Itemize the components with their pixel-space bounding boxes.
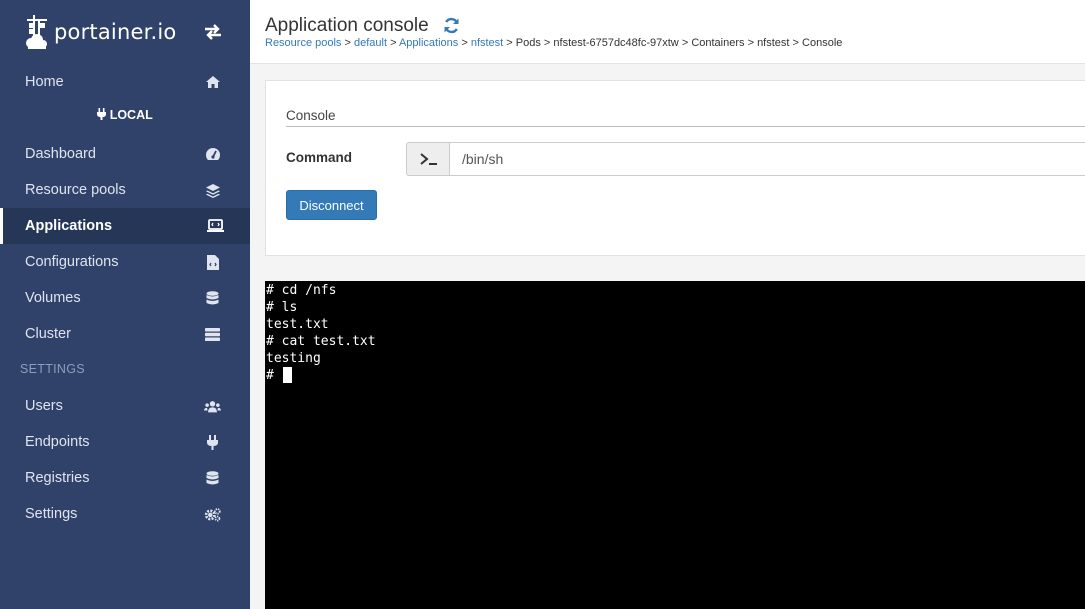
console-panel: Console Command Disconnect: [265, 80, 1085, 256]
sidebar-item-dashboard[interactable]: Dashboard: [0, 136, 250, 172]
terminal-line: test.txt: [266, 317, 329, 332]
exchange-icon[interactable]: [203, 24, 223, 40]
sidebar-item-label: Applications: [25, 218, 113, 234]
breadcrumb-resource-pools[interactable]: Resource pools: [265, 37, 341, 49]
breadcrumb: Resource pools > default > Applications …: [265, 37, 842, 49]
breadcrumb-application[interactable]: nfstest: [471, 37, 503, 49]
breadcrumb-default[interactable]: default: [354, 37, 387, 49]
terminal-prompt-line: #: [266, 367, 1085, 384]
users-icon: [204, 398, 221, 414]
terminal-cursor: [282, 367, 292, 383]
sidebar-item-label: Registries: [25, 470, 90, 486]
legend-divider: [286, 126, 1085, 127]
file-code-icon: [204, 254, 221, 270]
breadcrumb-container: nfstest: [757, 37, 790, 49]
sidebar-item-registries[interactable]: Registries: [0, 460, 250, 496]
sidebar-item-label: Users: [25, 398, 63, 414]
terminal-prompt-icon: [406, 142, 450, 176]
breadcrumb-separator: >: [503, 37, 516, 49]
sidebar-item-label: Volumes: [25, 290, 81, 306]
tachometer-icon: [204, 146, 221, 162]
sidebar-item-label: Cluster: [25, 326, 71, 342]
sidebar-item-label: Dashboard: [25, 146, 96, 162]
breadcrumb-separator: >: [341, 37, 354, 49]
sidebar-item-settings[interactable]: Settings: [0, 496, 250, 532]
terminal-line: # ls: [266, 300, 298, 315]
sidebar: portainer.io Home LOCAL Dashboard Resour…: [0, 0, 250, 609]
sidebar-item-label: Settings: [25, 506, 78, 522]
terminal-output[interactable]: # cd /nfs # ls test.txt # cat test.txt t…: [265, 281, 1085, 609]
home-icon: [204, 74, 221, 90]
page-header: Application console Resource pools > def…: [250, 0, 1085, 64]
database-icon: [204, 470, 221, 486]
breadcrumb-pods: Pods: [515, 37, 541, 49]
disconnect-button[interactable]: Disconnect: [286, 190, 377, 220]
plug-icon: [97, 108, 109, 122]
breadcrumb-separator: >: [458, 37, 471, 49]
sidebar-item-endpoints[interactable]: Endpoints: [0, 424, 250, 460]
breadcrumb-separator: >: [540, 37, 554, 49]
breadcrumb-console: Console: [802, 37, 843, 49]
sidebar-item-label: Endpoints: [25, 434, 90, 450]
brand-name: portainer.io: [54, 20, 177, 44]
terminal-line: # cd /nfs: [266, 283, 337, 298]
settings-section-title: SETTINGS: [20, 362, 85, 376]
sidebar-item-configurations[interactable]: Configurations: [0, 244, 250, 280]
sidebar-item-applications[interactable]: Applications: [0, 208, 250, 244]
server-icon: [204, 326, 221, 342]
endpoint-label: LOCAL: [0, 108, 250, 122]
laptop-code-icon: [207, 218, 224, 234]
refresh-icon[interactable]: [443, 17, 460, 34]
breadcrumb-containers: Containers: [691, 37, 745, 49]
cogs-icon: [204, 506, 221, 522]
database-icon: [204, 290, 221, 306]
terminal-line: # cat test.txt: [266, 334, 376, 349]
plug-icon: [204, 434, 221, 450]
sidebar-item-users[interactable]: Users: [0, 388, 250, 424]
breadcrumb-separator: >: [387, 37, 399, 49]
endpoint-name: LOCAL: [109, 108, 153, 122]
sidebar-item-resource-pools[interactable]: Resource pools: [0, 172, 250, 208]
sidebar-item-label: Home: [25, 74, 64, 90]
layers-icon: [204, 182, 221, 198]
sidebar-item-label: Resource pools: [25, 182, 126, 198]
command-label: Command: [286, 150, 353, 165]
portainer-logo-icon: [26, 15, 47, 49]
command-input[interactable]: [449, 142, 1085, 176]
breadcrumb-separator: >: [678, 37, 692, 49]
sidebar-item-home[interactable]: Home: [0, 64, 250, 100]
terminal-prompt: #: [266, 368, 282, 383]
page-title: Application console: [265, 15, 429, 36]
sidebar-item-label: Configurations: [25, 254, 119, 270]
console-legend: Console: [286, 108, 336, 123]
breadcrumb-separator: >: [744, 37, 758, 49]
sidebar-item-cluster[interactable]: Cluster: [0, 316, 250, 352]
terminal-line: testing: [266, 351, 321, 366]
breadcrumb-applications[interactable]: Applications: [399, 37, 458, 49]
breadcrumb-pod: nfstest-6757dc48fc-97xtw: [553, 37, 679, 49]
breadcrumb-separator: >: [789, 37, 803, 49]
sidebar-item-volumes[interactable]: Volumes: [0, 280, 250, 316]
